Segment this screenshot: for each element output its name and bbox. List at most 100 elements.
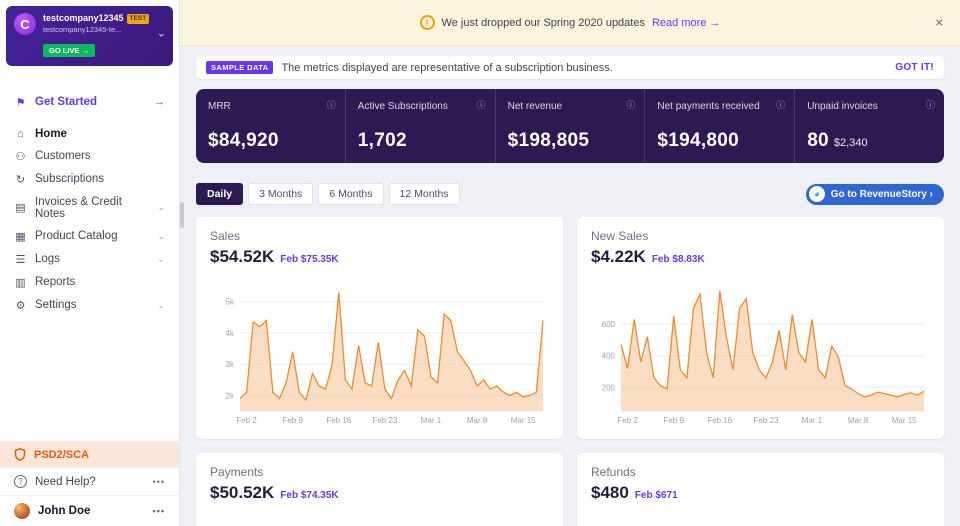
chart-sub-value: Feb $8.83K — [651, 254, 705, 265]
metrics-bar: MRR ⓘ $84,920 Active Subscriptions ⓘ 1,7… — [196, 89, 944, 163]
svg-text:Feb 9: Feb 9 — [663, 416, 684, 425]
org-name: testcompany12345 — [43, 13, 124, 23]
svg-text:Feb 23: Feb 23 — [372, 416, 397, 425]
sidebar-item-psd2-sca[interactable]: PSD2/SCA — [0, 441, 179, 468]
revenuestory-label: Go to RevenueStory › — [830, 188, 933, 200]
org-switcher[interactable]: C testcompany12345 TEST testcompany12345-… — [6, 6, 173, 66]
sidebar-item-label: Invoices & Credit Notes — [35, 195, 122, 220]
sidebar-item-invoices[interactable]: ▤ Invoices & Credit Notes ⌄ — [0, 191, 179, 225]
metric-value: $84,920 — [208, 130, 279, 151]
metric-label: Active Subscriptions — [357, 101, 448, 112]
metric-value: 80 — [807, 130, 829, 151]
company-logo: C — [14, 13, 36, 35]
invoice-icon: ▤ — [15, 202, 26, 215]
revenuestory-button[interactable]: ◕ Go to RevenueStory › — [805, 183, 944, 205]
tab-6-months[interactable]: 6 Months — [318, 183, 384, 205]
info-icon[interactable]: ⓘ — [776, 98, 785, 111]
tab-3-months[interactable]: 3 Months — [248, 183, 314, 205]
catalog-icon: ▦ — [15, 230, 26, 243]
chart-svg: 200 400 600 Feb 2 Feb 9 Feb 16 Feb 23 Mar 1 Mar … — [602, 290, 925, 425]
metric-mrr: MRR ⓘ $84,920 — [196, 89, 345, 163]
svg-text:600: 600 — [602, 320, 616, 329]
sidebar-item-label: Reports — [35, 276, 76, 289]
chevron-down-icon: ⌄ — [157, 230, 165, 241]
sidebar-item-home[interactable]: ⌂ Home — [0, 123, 179, 145]
sidebar-nav-list: ⌂ Home ⚇ Customers ↻ Subscriptions ▤ Inv… — [0, 123, 179, 317]
svg-text:4k: 4k — [226, 329, 235, 338]
chevron-down-icon: ⌄ — [157, 202, 165, 213]
sidebar-item-product-catalog[interactable]: ▦ Product Catalog ⌄ — [0, 225, 179, 248]
user-name: John Doe — [38, 505, 91, 517]
metric-label: Net revenue — [507, 101, 563, 112]
sales-chart: 2k 3k 4k 5k Feb 2 Feb 9 Feb 16 Feb 23 Mar 1 Mar 8… — [210, 277, 549, 427]
sales-card: Sales $54.52K Feb $75.35K 2k 3k 4k 5k Feb 2 F… — [196, 217, 563, 439]
chart-title: Payments — [210, 465, 264, 479]
sidebar-item-subscriptions[interactable]: ↻ Subscriptions — [0, 168, 179, 191]
charts-grid: Sales $54.52K Feb $75.35K 2k 3k 4k 5k Feb 2 F… — [196, 217, 944, 526]
metric-label: MRR — [208, 101, 231, 112]
metric-label: Unpaid invoices — [807, 101, 878, 112]
info-icon[interactable]: ⓘ — [477, 98, 486, 111]
svg-text:Mar 1: Mar 1 — [421, 416, 442, 425]
sidebar-item-customers[interactable]: ⚇ Customers — [0, 145, 179, 168]
org-meta: testcompany12345 TEST testcompany12345-te… — [43, 13, 150, 59]
sample-data-bar: SAMPLE DATA The metrics displayed are re… — [196, 56, 944, 79]
customers-icon: ⚇ — [15, 150, 26, 163]
chart-value: $480 — [591, 483, 629, 502]
chevron-down-icon[interactable]: ⌄ — [157, 26, 166, 39]
metric-sub-value: $2,340 — [833, 137, 868, 149]
sidebar-item-need-help[interactable]: ? Need Help? ••• — [0, 468, 179, 495]
metric-net-payments: Net payments received ⓘ $194,800 — [644, 89, 794, 163]
read-more-link[interactable]: Read more → — [652, 17, 720, 29]
chart-svg: 2k3k4k5kFeb 2Feb 9Feb 16Feb 23Mar 1Mar 8… — [226, 292, 544, 425]
svg-text:200: 200 — [602, 383, 616, 392]
tab-12-months[interactable]: 12 Months — [388, 183, 460, 205]
sidebar-item-label: Home — [35, 127, 67, 140]
sidebar-nav: ⚑ Get Started → ⌂ Home ⚇ Customers ↻ Sub… — [0, 72, 179, 317]
avatar — [14, 503, 30, 519]
help-icon: ? — [14, 475, 27, 488]
sidebar-item-user[interactable]: John Doe ••• — [0, 495, 179, 526]
info-icon[interactable]: ⓘ — [327, 98, 336, 111]
alert-icon: ! — [419, 15, 435, 30]
chart-svg: 2k3k4k5kFeb 2Feb 9Feb 16Feb 23Mar 1Mar 8… — [210, 513, 549, 526]
go-live-button[interactable]: GO LIVE → — [43, 43, 96, 57]
close-icon[interactable]: ✕ — [935, 16, 944, 29]
svg-text:Feb 16: Feb 16 — [326, 416, 351, 425]
metric-active-subscriptions: Active Subscriptions ⓘ 1,702 — [344, 89, 495, 163]
revenuestory-icon: ◕ — [808, 186, 825, 202]
refunds-chart: 204060Feb 2Feb 9Feb 16Feb 23Mar 1Mar 8Ma… — [591, 513, 930, 526]
sidebar-item-get-started[interactable]: ⚑ Get Started → — [0, 90, 179, 115]
rocket-icon: ⚑ — [15, 96, 26, 109]
home-icon: ⌂ — [17, 127, 24, 140]
more-menu-icon[interactable]: ••• — [153, 506, 165, 516]
sidebar-item-logs[interactable]: ☰ Logs ⌄ — [0, 248, 179, 271]
svg-text:Mar 15: Mar 15 — [511, 416, 536, 425]
chart-sub-value: Feb $671 — [634, 490, 678, 501]
tab-daily[interactable]: Daily — [196, 183, 244, 205]
dashboard-content: SAMPLE DATA The metrics displayed are re… — [180, 46, 960, 526]
chart-sub-value: Feb $74.35K — [280, 490, 339, 501]
refunds-card: Refunds $480 Feb $671 204060Feb 2Feb 9Fe… — [577, 453, 944, 526]
more-menu-icon[interactable]: ••• — [153, 477, 165, 487]
scrollbar[interactable] — [180, 202, 184, 228]
psd2-label: PSD2/SCA — [34, 448, 90, 461]
chart-sub-value: Feb $75.35K — [280, 254, 339, 265]
svg-text:Feb 9: Feb 9 — [282, 416, 303, 425]
sidebar-item-reports[interactable]: ▥ Reports — [0, 271, 179, 294]
svg-text:Mar 15: Mar 15 — [892, 416, 917, 425]
org-subtitle: testcompany12345-te... — [43, 25, 122, 35]
chart-title: Sales — [210, 229, 241, 243]
arrow-right-icon: → — [154, 96, 165, 109]
sidebar-item-label: Settings — [35, 299, 77, 312]
info-icon[interactable]: ⓘ — [926, 98, 935, 111]
got-it-button[interactable]: GOT IT! — [895, 62, 934, 73]
chart-value: $4.22K — [591, 247, 646, 266]
filter-row: Daily 3 Months 6 Months 12 Months ◕ Go t… — [196, 183, 944, 205]
banner-text: We just dropped our Spring 2020 updates — [441, 16, 645, 29]
info-icon[interactable]: ⓘ — [626, 98, 635, 111]
payments-card: Payments $50.52K Feb $74.35K 2k3k4k5kFeb… — [196, 453, 563, 526]
sample-data-badge: SAMPLE DATA — [206, 61, 274, 74]
sidebar-item-settings[interactable]: ⚙ Settings ⌄ — [0, 294, 179, 317]
app-root: C testcompany12345 TEST testcompany12345-… — [0, 0, 960, 526]
